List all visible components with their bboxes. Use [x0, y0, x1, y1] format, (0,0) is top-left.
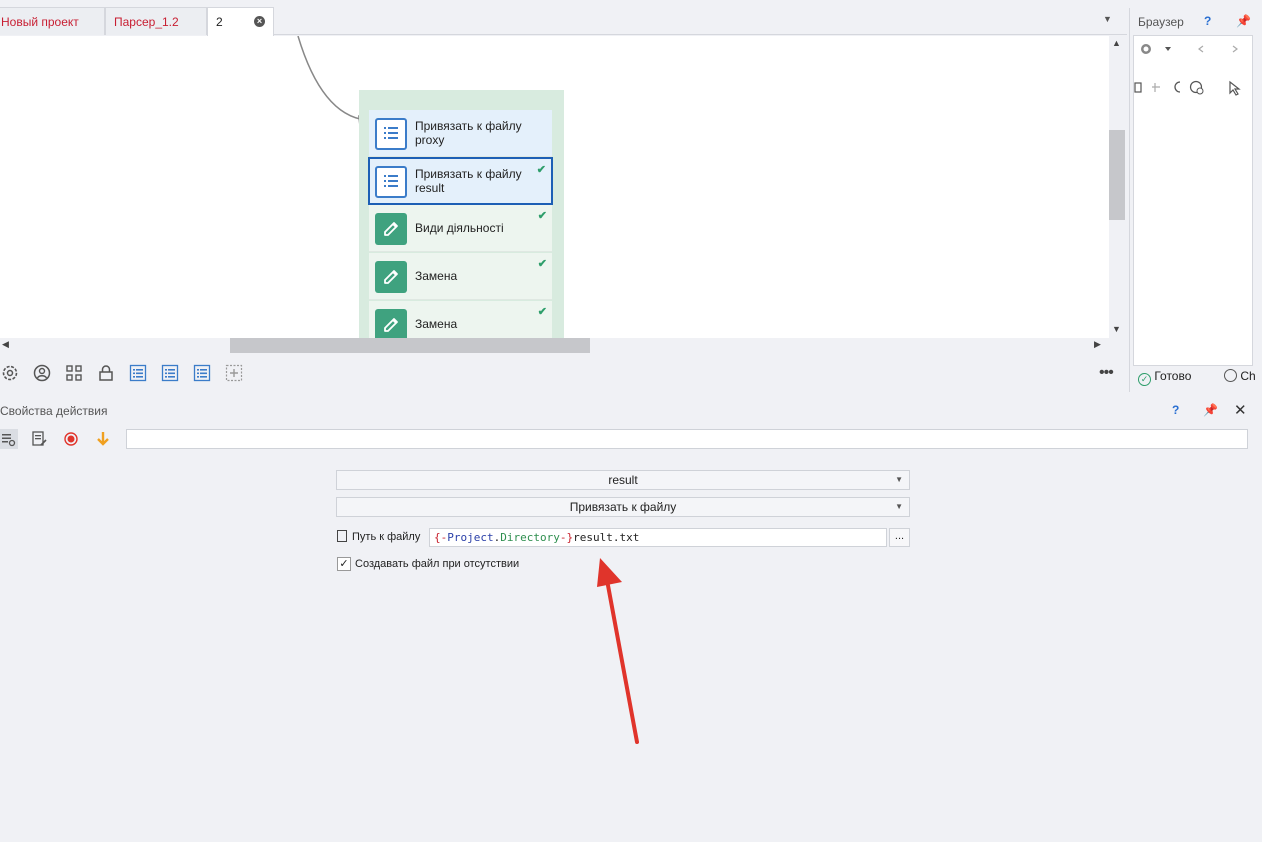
add-block-icon[interactable] — [225, 364, 243, 382]
help-icon[interactable]: ? — [1204, 14, 1211, 28]
close-icon[interactable]: ✕ — [1234, 401, 1247, 419]
status-browser-engine: Ch — [1224, 369, 1256, 383]
tabs-dropdown-icon[interactable]: ▼ — [1103, 14, 1112, 24]
action-select-value: Привязать к файлу — [569, 500, 677, 514]
pencil-icon — [375, 309, 407, 338]
create-file-checkbox[interactable]: ✓ — [337, 557, 351, 571]
node-label: Замена — [415, 269, 458, 283]
list-icon — [375, 118, 407, 150]
node-bind-file-proxy[interactable]: Привязать к файлу proxy — [369, 110, 552, 157]
lock-icon[interactable] — [97, 364, 115, 382]
list-icon[interactable] — [161, 364, 179, 382]
settings-gear-icon[interactable] — [1, 364, 19, 382]
scroll-up-icon[interactable]: ▲ — [1112, 38, 1121, 48]
properties-search-input[interactable] — [126, 429, 1248, 449]
pencil-icon — [375, 213, 407, 245]
check-icon: ✔ — [537, 210, 547, 222]
action-select[interactable]: Привязать к файлу ▼ — [336, 497, 910, 517]
canvas-vertical-scrollbar[interactable]: ▲ ▼ — [1109, 36, 1125, 338]
tab-new-project[interactable]: Новый проект — [0, 7, 105, 35]
browser-view[interactable] — [1133, 35, 1253, 366]
chrome-icon — [1224, 369, 1237, 382]
tab-label: Парсер_1.2 — [114, 15, 179, 29]
canvas-toolbar: ••• — [0, 355, 1125, 391]
pin-icon[interactable]: 📌 — [1203, 403, 1218, 417]
close-tab-icon[interactable]: × — [254, 16, 265, 27]
path-token: {- — [434, 531, 448, 544]
tab-label: 2 — [216, 15, 223, 29]
node-replace-1[interactable]: Замена ✔ — [369, 253, 552, 300]
list-select-value: result — [608, 473, 638, 487]
status-engine-label: Ch — [1240, 369, 1256, 383]
dropdown-arrow-icon: ▼ — [895, 475, 903, 484]
dropdown-arrow-icon: ▼ — [895, 502, 903, 511]
browser-panel-title: Браузер — [1138, 15, 1184, 29]
scrollbar-thumb[interactable] — [230, 338, 590, 353]
tab-label: Новый проект — [1, 15, 79, 29]
browser-panel: Браузер ? 📌 ✓ Готово Ch — [1129, 8, 1262, 392]
properties-toolbar — [0, 427, 124, 451]
scroll-down-icon[interactable]: ▼ — [1112, 324, 1121, 334]
file-path-label-text: Путь к файлу — [352, 531, 421, 543]
more-options-icon[interactable]: ••• — [1099, 364, 1114, 382]
edit-notes-icon[interactable] — [29, 429, 49, 449]
project-tab-bar: Новый проект Парсер_1.2 2 × ▼ — [0, 0, 1127, 36]
path-token: result.txt — [573, 531, 640, 544]
path-token: Directory — [500, 531, 560, 544]
scroll-left-icon[interactable]: ◀ — [2, 339, 9, 350]
node-activity-types[interactable]: Види діяльності ✔ — [369, 205, 552, 252]
user-profile-icon[interactable] — [33, 364, 51, 382]
file-icon — [337, 530, 347, 542]
status-ready-label: Готово — [1154, 369, 1192, 383]
node-label: Замена — [415, 317, 458, 331]
browser-controls — [1134, 44, 1241, 96]
properties-header: Свойства действия ? 📌 ✕ — [0, 400, 1262, 422]
browse-file-button[interactable]: ... — [889, 528, 910, 547]
arrow-down-icon[interactable] — [93, 429, 113, 449]
list-icon[interactable] — [193, 364, 211, 382]
path-token: Project — [447, 531, 494, 544]
pin-icon[interactable]: 📌 — [1236, 14, 1251, 28]
create-file-label: Создавать файл при отсутствии — [355, 558, 520, 570]
project-canvas[interactable]: Привязать к файлу proxy Привязать к файл… — [0, 36, 1109, 338]
pencil-icon — [375, 261, 407, 293]
status-ready: ✓ Готово — [1138, 369, 1191, 386]
tab-2[interactable]: 2 × — [207, 7, 274, 36]
grid-icon[interactable] — [65, 364, 83, 382]
scrollbar-thumb[interactable] — [1109, 130, 1125, 220]
record-icon[interactable] — [61, 429, 81, 449]
node-label: Види діяльності — [415, 221, 504, 235]
list-select[interactable]: result ▼ — [336, 470, 910, 490]
scroll-right-icon[interactable]: ▶ — [1094, 339, 1101, 350]
help-icon[interactable]: ? — [1172, 403, 1179, 417]
canvas-horizontal-scrollbar[interactable]: ◀ ▶ — [0, 338, 1109, 353]
check-icon: ✔ — [537, 258, 547, 270]
list-icon — [375, 166, 407, 198]
tab-parser[interactable]: Парсер_1.2 — [105, 7, 207, 35]
properties-settings-icon[interactable] — [0, 429, 18, 449]
app-window: Новый проект Парсер_1.2 2 × ▼ Привязать к… — [0, 0, 1262, 842]
action-group: Привязать к файлу proxy Привязать к файл… — [359, 90, 564, 338]
properties-title: Свойства действия — [0, 404, 108, 418]
list-icon[interactable] — [129, 364, 147, 382]
node-label: Привязать к файлу proxy — [415, 119, 522, 147]
file-path-input[interactable]: {-Project.Directory-}result.txt — [429, 528, 887, 547]
check-circle-icon: ✓ — [1138, 373, 1151, 386]
node-replace-2[interactable]: Замена ✔ — [369, 301, 552, 338]
check-icon: ✔ — [537, 306, 547, 318]
node-bind-file-result[interactable]: Привязать к файлу result ✔ — [368, 157, 553, 205]
path-token: -} — [559, 531, 574, 544]
node-label: Привязать к файлу result — [415, 167, 522, 195]
check-icon: ✔ — [536, 164, 546, 176]
file-path-label: Путь к файлу — [337, 530, 420, 543]
